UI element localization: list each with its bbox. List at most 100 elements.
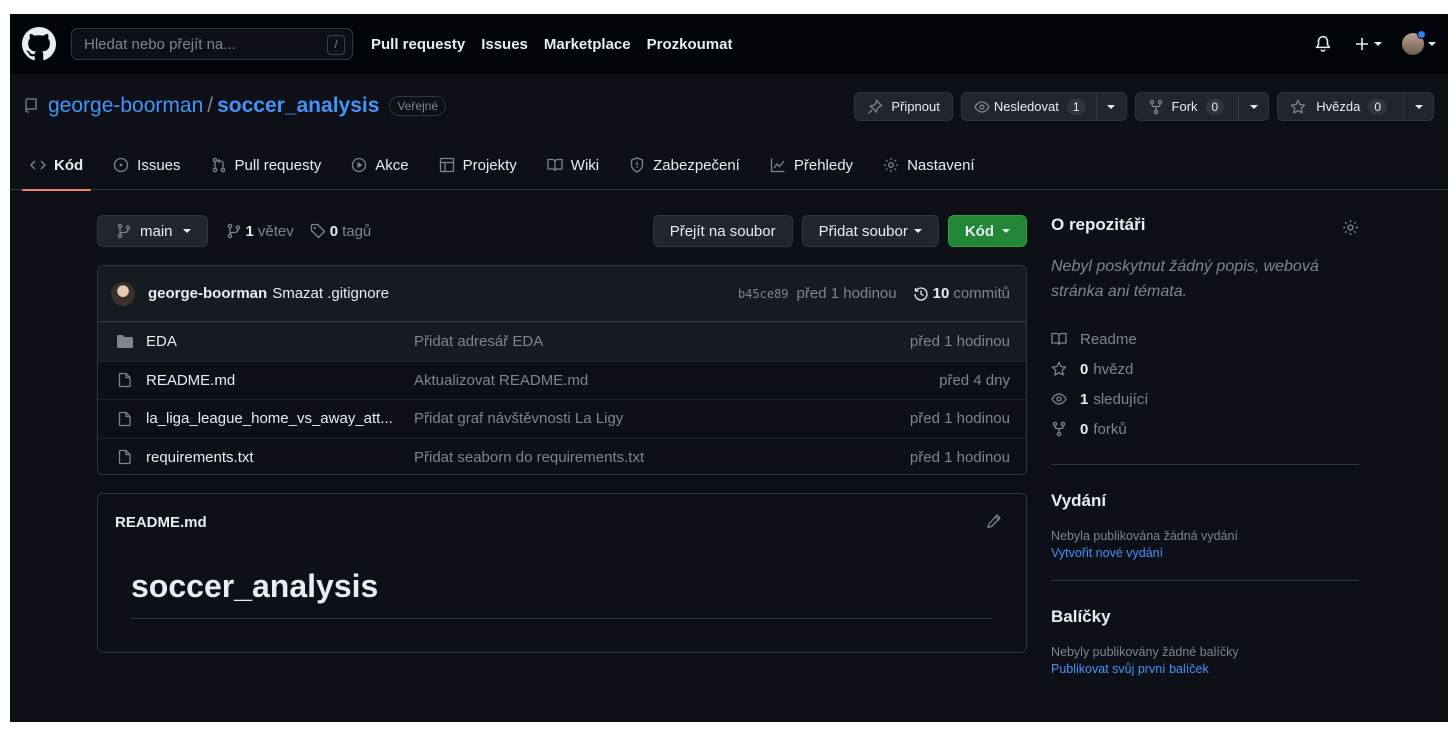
- nav-explore[interactable]: Prozkoumat: [647, 36, 733, 53]
- stars-link[interactable]: 0 hvězd: [1051, 354, 1359, 384]
- git-branch-icon: [117, 223, 131, 239]
- file-commit-message[interactable]: Aktualizovat README.md: [414, 372, 939, 389]
- fork-button[interactable]: Fork 0: [1134, 92, 1270, 121]
- watch-button[interactable]: Nesledovat 1: [960, 92, 1127, 121]
- chevron-down-icon: [1374, 42, 1382, 46]
- tags-count: 0: [329, 222, 339, 240]
- tab-code[interactable]: Kód: [22, 154, 92, 191]
- table-row[interactable]: la_liga_league_home_vs_away_att... Přida…: [98, 399, 1026, 438]
- forks-count: 0: [1080, 420, 1089, 438]
- watchers-label: sledující: [1093, 390, 1149, 408]
- about-description: Nebyl poskytnut žádný popis, webová strá…: [1051, 258, 1319, 300]
- fork-icon: [1052, 421, 1066, 437]
- readme-filename[interactable]: README.md: [115, 514, 207, 531]
- tab-security[interactable]: Zabezpečení: [621, 154, 748, 190]
- issue-opened-icon: [114, 157, 129, 173]
- user-menu[interactable]: [1402, 30, 1436, 55]
- goto-file-label: Přejít na soubor: [669, 222, 776, 240]
- pencil-icon[interactable]: [986, 513, 1002, 529]
- packages-empty-text: Nebyly publikovány žádné balíčky: [1051, 645, 1239, 659]
- watchers-link[interactable]: 1 sledující: [1051, 384, 1359, 414]
- eye-icon: [1051, 393, 1067, 405]
- file-commit-time: před 1 hodinou: [909, 333, 1010, 351]
- search-input[interactable]: Hledat nebo přejít na... /: [71, 28, 353, 60]
- search-shortcut-hint: /: [327, 35, 345, 55]
- gear-icon[interactable]: [1342, 219, 1359, 236]
- visibility-badge: Veřejné: [389, 96, 447, 116]
- file-commit-message[interactable]: Přidat graf návštěvnosti La Ligy: [414, 410, 910, 427]
- branches-link[interactable]: 1 větev: [226, 223, 294, 240]
- branches-label: větev: [257, 222, 294, 240]
- table-row[interactable]: EDA Přidat adresář EDA před 1 hodinou: [98, 322, 1026, 361]
- table-row[interactable]: requirements.txt Přidat seaborn do requi…: [98, 437, 1026, 475]
- tab-actions[interactable]: Akce: [343, 154, 416, 190]
- fork-icon: [1149, 99, 1162, 114]
- tab-projects[interactable]: Projekty: [431, 154, 525, 190]
- file-name-link[interactable]: la_liga_league_home_vs_away_att...: [146, 410, 414, 427]
- star-count: 0: [1368, 98, 1387, 115]
- sidebar-divider: [1051, 580, 1359, 581]
- chevron-down-icon: [1002, 229, 1010, 233]
- fork-count: 0: [1205, 98, 1225, 115]
- tab-insights[interactable]: Přehledy: [762, 154, 861, 190]
- commit-sha[interactable]: b45ce89: [738, 287, 789, 301]
- about-sidebar: O repozitáři Nebyl poskytnut žádný popis…: [1051, 215, 1359, 676]
- code-icon: [30, 160, 46, 170]
- star-dropdown[interactable]: [1403, 93, 1433, 120]
- graph-icon: [770, 158, 785, 173]
- add-file-label: Přidat soubor: [818, 222, 908, 240]
- repo-owner-link[interactable]: george-boorman: [48, 94, 203, 118]
- add-file-button[interactable]: Přidat soubor: [801, 215, 939, 247]
- packages-title[interactable]: Balíčky: [1051, 607, 1359, 627]
- nav-issues[interactable]: Issues: [481, 36, 528, 53]
- avatar[interactable]: [111, 281, 135, 306]
- readme-panel: README.md soccer_analysis: [97, 493, 1027, 653]
- tags-link[interactable]: 0 tagů: [310, 222, 371, 240]
- star-icon: [1290, 99, 1306, 114]
- fork-dropdown[interactable]: [1238, 93, 1268, 120]
- watch-dropdown[interactable]: [1095, 93, 1126, 120]
- pull-request-icon: [212, 157, 225, 173]
- notifications-bell-icon[interactable]: [1314, 35, 1332, 53]
- tab-wiki[interactable]: Wiki: [539, 154, 607, 190]
- goto-file-button[interactable]: Přejít na soubor: [652, 215, 793, 247]
- nav-pull-requests[interactable]: Pull requesty: [371, 36, 465, 53]
- tab-projects-label: Projekty: [462, 157, 517, 174]
- nav-marketplace[interactable]: Marketplace: [544, 36, 631, 53]
- commit-author[interactable]: george-boorman: [148, 285, 267, 302]
- table-row[interactable]: README.md Aktualizovat README.md před 4 …: [98, 360, 1026, 400]
- global-header: Hledat nebo přejít na... / Pull requesty…: [10, 14, 1448, 74]
- file-commit-message[interactable]: Přidat seaborn do requirements.txt: [414, 449, 910, 466]
- forks-link[interactable]: 0 forků: [1051, 414, 1359, 444]
- branch-selector[interactable]: main: [97, 215, 208, 247]
- file-name-link[interactable]: requirements.txt: [146, 449, 414, 466]
- file-name-link[interactable]: README.md: [146, 372, 414, 389]
- code-button[interactable]: Kód: [947, 215, 1027, 247]
- create-new-plus-icon[interactable]: [1354, 36, 1382, 52]
- commit-message[interactable]: Smazat .gitignore: [272, 285, 389, 302]
- tab-pull-requests-label: Pull requesty: [234, 157, 322, 174]
- git-branch-icon: [227, 223, 240, 239]
- github-logo-icon[interactable]: [22, 27, 56, 61]
- repo-name-link[interactable]: soccer_analysis: [217, 94, 379, 118]
- chevron-down-icon: [1249, 104, 1258, 109]
- tab-settings[interactable]: Nastavení: [875, 154, 983, 190]
- publish-package-link[interactable]: Publikovat svůj první balíček: [1051, 662, 1359, 676]
- readme-divider: [131, 618, 993, 619]
- tab-pull-requests[interactable]: Pull requesty: [203, 154, 330, 190]
- chevron-down-icon: [182, 229, 191, 233]
- commits-link[interactable]: 10 commitů: [913, 285, 1010, 302]
- tab-issues[interactable]: Issues: [105, 154, 188, 190]
- create-release-link[interactable]: Vytvořit nové vydání: [1051, 546, 1359, 560]
- file-name-link[interactable]: EDA: [146, 333, 414, 350]
- stars-count: 0: [1080, 360, 1089, 378]
- about-stats: Readme 0 hvězd 1 sledující 0 forků: [1051, 324, 1359, 444]
- star-button[interactable]: Hvězda 0: [1277, 92, 1434, 121]
- file-commit-message[interactable]: Přidat adresář EDA: [414, 333, 910, 350]
- repo-tabs: Kód Issues Pull requesty Akce Projekty W…: [22, 154, 997, 191]
- tab-code-label: Kód: [54, 157, 84, 174]
- file-icon: [118, 373, 131, 388]
- readme-link[interactable]: Readme: [1051, 324, 1359, 354]
- releases-title[interactable]: Vydání: [1051, 491, 1359, 511]
- pin-button[interactable]: Připnout: [854, 92, 953, 121]
